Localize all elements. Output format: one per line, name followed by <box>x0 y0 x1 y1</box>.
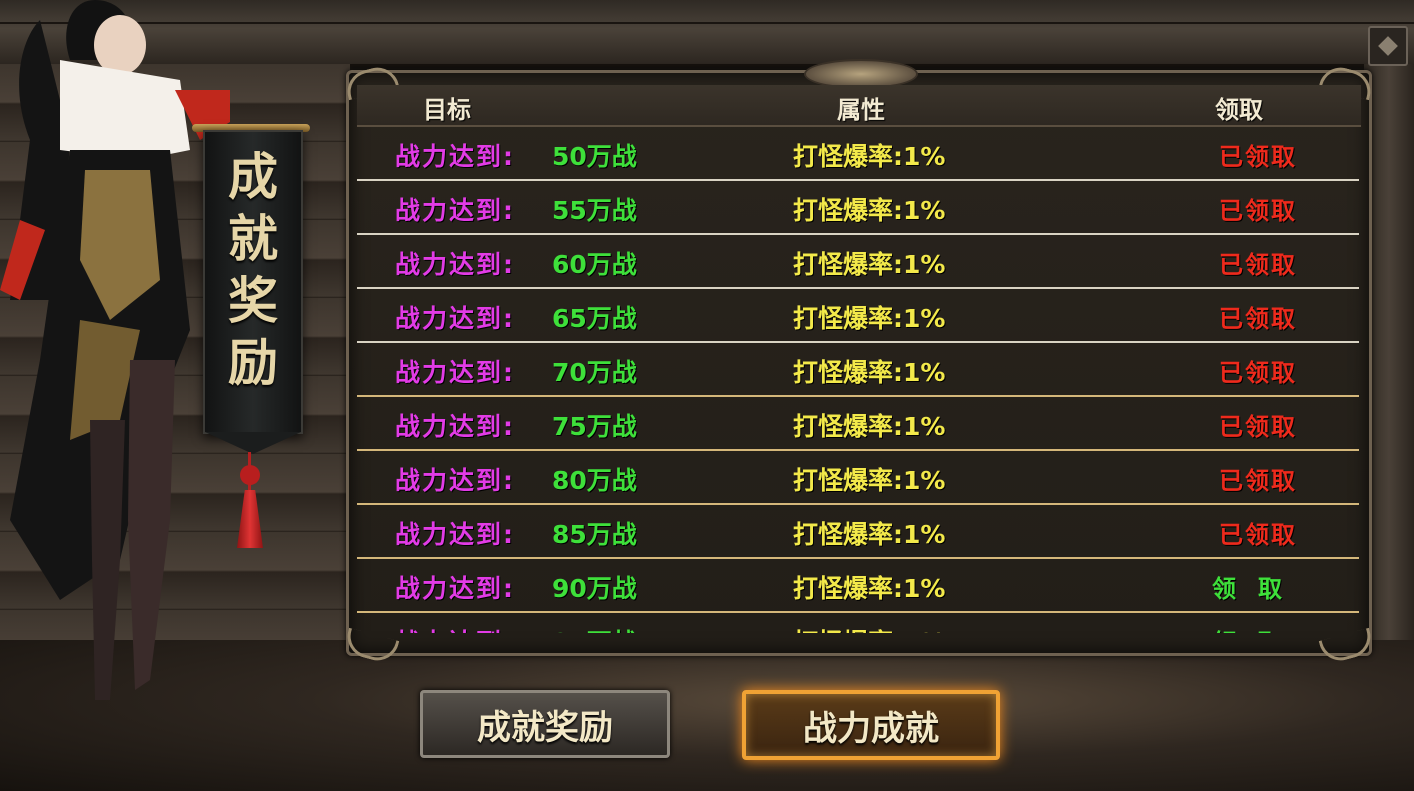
banner-char: 励 <box>228 333 278 392</box>
attribute-reward: 打怪爆率:1% <box>793 574 946 603</box>
claim-status: 已领取 <box>1219 467 1297 495</box>
banner-title: 成 就 奖 励 <box>205 146 301 394</box>
claim-status: 已领取 <box>1219 251 1297 279</box>
goal-label: 战力达到: <box>395 142 515 171</box>
claim-status: 已领取 <box>1219 143 1297 171</box>
claim-status: 已领取 <box>1219 359 1297 387</box>
banner-char: 成 <box>228 147 278 206</box>
goal-label: 战力达到: <box>395 574 515 603</box>
power-target: 50万战 <box>552 142 637 171</box>
attribute-reward: 打怪爆率:1% <box>793 412 946 441</box>
claim-button[interactable]: 领取 <box>1203 623 1313 633</box>
power-target: 55万战 <box>552 196 637 225</box>
table-row: 战力达到: 65万战 打怪爆率:1% 已领取 <box>357 289 1359 343</box>
claim-status: 已领取 <box>1219 305 1297 333</box>
table-row: 战力达到: 80万战 打怪爆率:1% 已领取 <box>357 451 1359 505</box>
claim-status: 已领取 <box>1219 197 1297 225</box>
banner-char: 奖 <box>228 271 278 330</box>
attribute-reward: 打怪爆率:1% <box>793 196 946 225</box>
game-scene: 成 就 奖 励 目标 属性 领取 战力达到: 50万战 打怪爆率:1% 已领取 <box>0 0 1414 791</box>
attribute-reward: 打怪爆率:1% <box>793 304 946 333</box>
power-target: 75万战 <box>552 412 637 441</box>
table-row: 战力达到: 95万战 打怪爆率:1% 领取 <box>357 613 1359 633</box>
banner-char: 就 <box>228 209 278 268</box>
table-row: 战力达到: 70万战 打怪爆率:1% 已领取 <box>357 343 1359 397</box>
goal-label: 战力达到: <box>395 358 515 387</box>
goal-label: 战力达到: <box>395 466 515 495</box>
power-target: 85万战 <box>552 520 637 549</box>
power-achievement-tab-button[interactable]: 战力成就 <box>742 690 1000 760</box>
power-target: 95万战 <box>552 623 637 633</box>
attribute-reward: 打怪爆率:1% <box>793 520 946 549</box>
header-claim: 领取 <box>1215 96 1263 124</box>
table-row: 战力达到: 60万战 打怪爆率:1% 已领取 <box>357 235 1359 289</box>
table-row: 战力达到: 85万战 打怪爆率:1% 已领取 <box>357 505 1359 559</box>
power-target: 65万战 <box>552 304 637 333</box>
claim-button[interactable]: 领取 <box>1203 569 1313 604</box>
goal-label: 战力达到: <box>395 623 515 633</box>
power-target: 80万战 <box>552 466 637 495</box>
table-row: 战力达到: 90万战 打怪爆率:1% 领取 <box>357 559 1359 613</box>
claim-status: 已领取 <box>1219 413 1297 441</box>
power-target: 70万战 <box>552 358 637 387</box>
table-row: 战力达到: 55万战 打怪爆率:1% 已领取 <box>357 181 1359 235</box>
table-row: 战力达到: 50万战 打怪爆率:1% 已领取 <box>357 127 1359 181</box>
attribute-reward: 打怪爆率:1% <box>793 466 946 495</box>
attribute-reward: 打怪爆率:1% <box>793 142 946 171</box>
achievement-rewards-tab-button[interactable]: 成就奖励 <box>420 690 670 758</box>
power-target: 90万战 <box>552 574 637 603</box>
achievement-list[interactable]: 战力达到: 50万战 打怪爆率:1% 已领取 战力达到: 55万战 打怪爆率:1… <box>353 127 1363 633</box>
claim-status: 已领取 <box>1219 521 1297 549</box>
attribute-reward: 打怪爆率:1% <box>793 250 946 279</box>
header-goal: 目标 <box>423 96 471 124</box>
achievement-banner: 成 就 奖 励 <box>203 130 303 454</box>
goal-label: 战力达到: <box>395 412 515 441</box>
attribute-reward: 打怪爆率:1% <box>793 358 946 387</box>
table-row: 战力达到: 75万战 打怪爆率:1% 已领取 <box>357 397 1359 451</box>
power-target: 60万战 <box>552 250 637 279</box>
goal-label: 战力达到: <box>395 520 515 549</box>
goal-label: 战力达到: <box>395 196 515 225</box>
tassel-knot <box>240 465 260 485</box>
achievement-panel: 目标 属性 领取 战力达到: 50万战 打怪爆率:1% 已领取 战力达到: 55… <box>342 59 1376 666</box>
goal-label: 战力达到: <box>395 250 515 279</box>
header-attribute: 属性 <box>837 96 885 124</box>
attribute-reward: 打怪爆率:1% <box>793 623 945 633</box>
goal-label: 战力达到: <box>395 304 515 333</box>
table-header: 目标 属性 领取 <box>357 85 1361 127</box>
heroine-character-image <box>0 0 230 700</box>
settings-diamond-icon[interactable] <box>1368 26 1408 66</box>
